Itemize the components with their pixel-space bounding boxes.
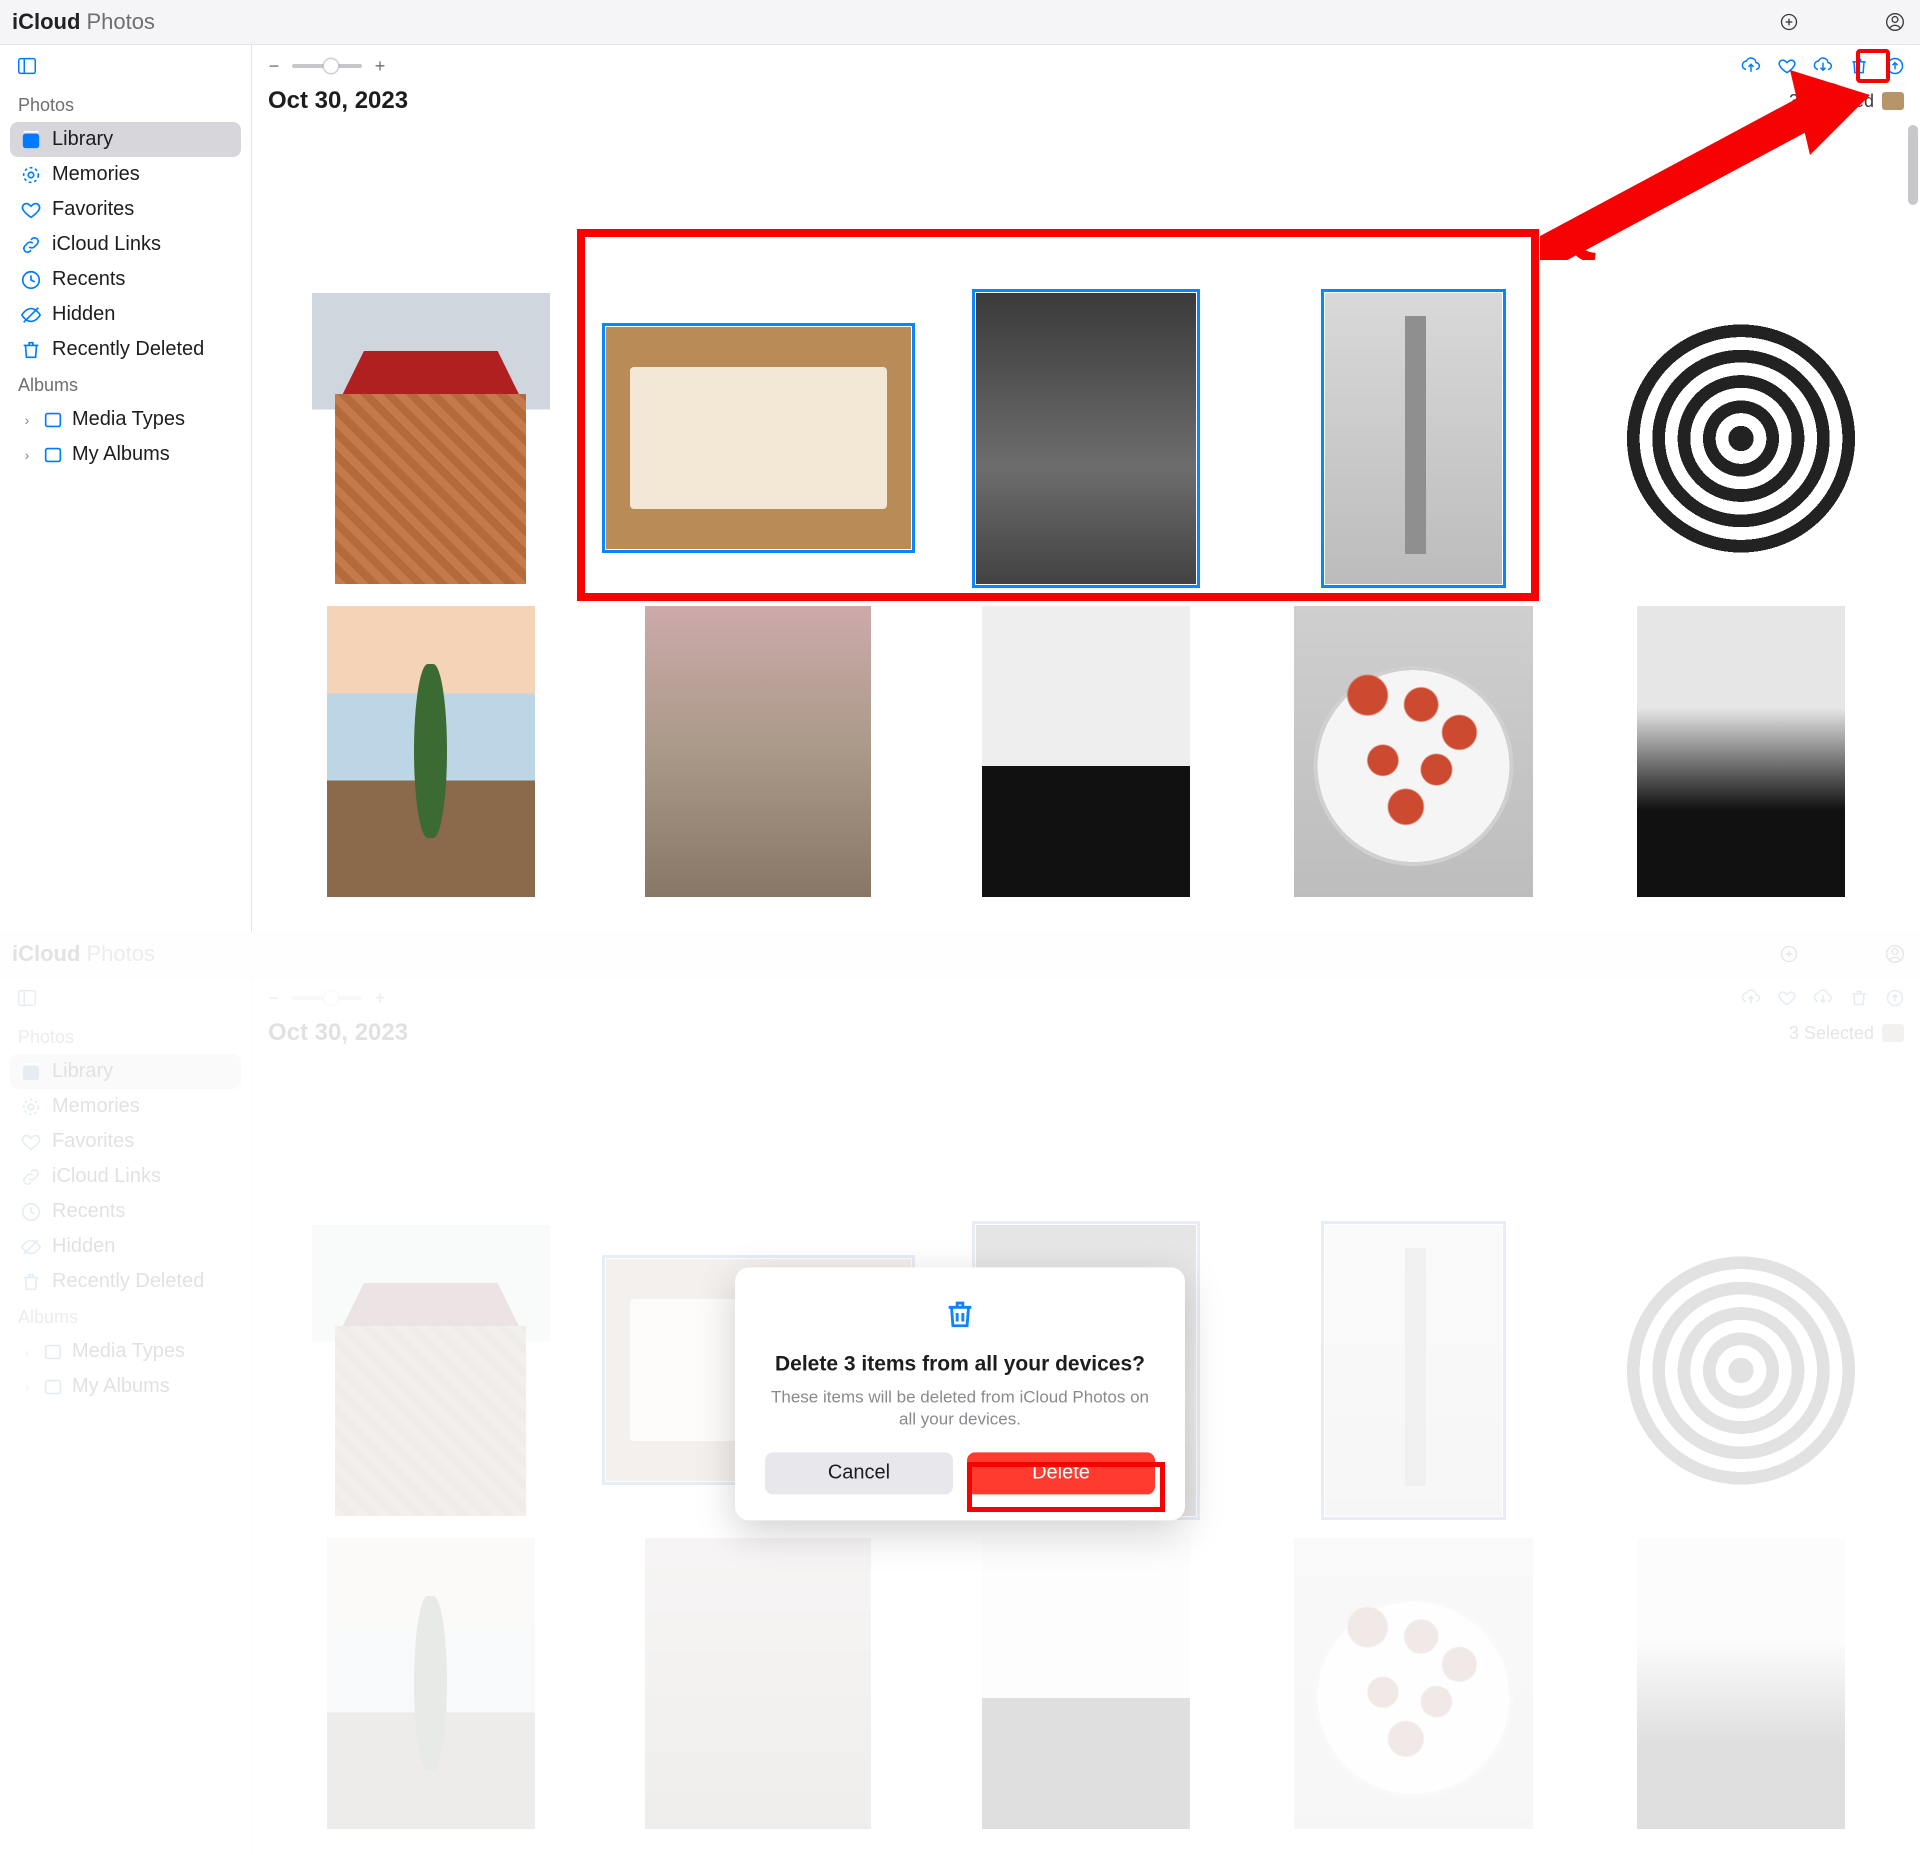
modal-cancel-button[interactable]: Cancel [765,1452,953,1494]
photo-thumb[interactable] [327,606,535,897]
selection-info: 3 Selected [1789,91,1904,112]
sidebar-item-label: Recently Deleted [52,338,204,361]
selection-badge-icon[interactable] [1882,92,1904,110]
photo-thumb[interactable] [1637,606,1845,897]
heart-icon [20,199,42,221]
sidebar-item-label: Library [52,128,113,151]
trash-icon [20,339,42,361]
header-row: Oct 30, 2023 3 Selected [252,83,1920,125]
date-heading: Oct 30, 2023 [268,87,408,115]
apps-grid-icon[interactable] [1816,11,1868,33]
zoom-out-icon[interactable]: − [266,56,282,77]
share-icon[interactable] [1884,55,1906,77]
photo-thumb[interactable] [312,293,550,584]
add-icon[interactable] [1778,11,1800,33]
main: − + Oct 30, 2023 3 Selected [252,45,1920,932]
sidebar-item-recents[interactable]: Recents [10,262,241,297]
modal-delete-button[interactable]: Delete [967,1452,1155,1494]
selected-count: 3 Selected [1789,91,1874,112]
album-icon [42,409,64,431]
link-icon [20,234,42,256]
delete-modal: Delete 3 items from all your devices? Th… [735,1267,1185,1520]
photo-thumb[interactable] [645,606,871,897]
sidebar-item-label: Recents [52,268,125,291]
sidebar-item-label: Hidden [52,303,115,326]
photo-thumb-selected[interactable] [1325,293,1502,584]
top-bar: iCloud Photos [0,0,1920,45]
sidebar-item-label: Favorites [52,198,134,221]
zoom-control: − + [266,56,388,77]
album-label: Media Types [72,408,185,431]
scrollbar[interactable] [1908,125,1918,205]
sidebar-item-memories[interactable]: Memories [10,157,241,192]
brand-light: Photos [86,9,155,35]
photo-thumb[interactable] [982,606,1190,897]
download-icon[interactable] [1812,55,1834,77]
topbar-actions [1778,11,1906,33]
library-icon [20,129,42,151]
modal-body: These items will be deleted from iCloud … [765,1386,1155,1430]
sidebar-item-icloudlinks[interactable]: iCloud Links [10,227,241,262]
album-media-types[interactable]: › Media Types [10,402,241,437]
photo-thumb[interactable] [1294,606,1532,897]
memories-icon [20,164,42,186]
chevron-right-icon: › [20,447,34,463]
brand: iCloud Photos [8,9,155,35]
sidebar-item-library[interactable]: Library [10,122,241,157]
modal-title: Delete 3 items from all your devices? [765,1352,1155,1376]
section-photos: Photos [18,95,241,116]
sidebar-item-recentlydeleted[interactable]: Recently Deleted [10,332,241,367]
album-my-albums[interactable]: › My Albums [10,437,241,472]
clock-icon [20,269,42,291]
photo-grid [252,125,1920,917]
photo-thumb-selected[interactable] [606,327,912,548]
favorite-icon[interactable] [1776,55,1798,77]
sidebar-item-label: Memories [52,163,140,186]
chevron-right-icon: › [20,412,34,428]
album-label: My Albums [72,443,170,466]
photo-thumb[interactable] [1588,293,1894,584]
delete-button[interactable] [1848,55,1870,77]
panel-bottom: iCloud Photos Photos Library Memories Fa… [0,932,1920,1855]
album-icon [42,444,64,466]
photo-thumb-selected[interactable] [976,293,1196,584]
app-body: Photos Library Memories Favorites iCloud… [0,45,1920,932]
modal-trash-icon [943,1297,977,1331]
sidebar-item-hidden[interactable]: Hidden [10,297,241,332]
panel-top: iCloud Photos Photos Library Memories Fa… [0,0,1920,932]
sidebar-item-label: iCloud Links [52,233,161,256]
main-toolbar: − + [252,45,1920,83]
photo-actions [1740,55,1906,77]
upload-icon[interactable] [1740,55,1762,77]
sidebar-toggle-icon[interactable] [16,55,38,77]
sidebar-item-favorites[interactable]: Favorites [10,192,241,227]
sidebar: Photos Library Memories Favorites iCloud… [0,45,252,932]
zoom-slider[interactable] [292,64,362,68]
eye-off-icon [20,304,42,326]
section-albums: Albums [18,375,241,396]
zoom-in-icon[interactable]: + [372,56,388,77]
account-icon[interactable] [1884,11,1906,33]
brand-strong: iCloud [12,9,80,35]
